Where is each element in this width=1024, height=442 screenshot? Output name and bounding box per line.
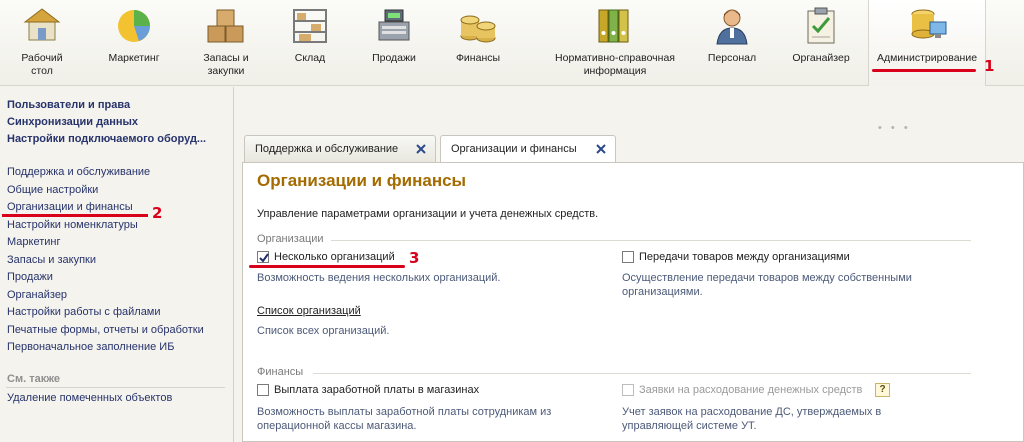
- person-icon: [716, 9, 748, 45]
- toolbar-item-administration[interactable]: Администрирование: [868, 0, 986, 86]
- tab-orgs-finances[interactable]: Организации и финансы: [440, 135, 616, 163]
- sidebar-link-general-settings[interactable]: Общие настройки: [0, 182, 233, 200]
- toolbar-item-purchases[interactable]: Запасы и закупки: [184, 0, 268, 86]
- annotation-underline-2: [2, 214, 148, 217]
- toolbar-item-personnel[interactable]: Персонал: [690, 0, 774, 86]
- sidebar-link-marketing[interactable]: Маркетинг: [0, 234, 233, 252]
- sidebar-link-sales[interactable]: Продажи: [0, 269, 233, 287]
- sidebar-link-file-settings[interactable]: Настройки работы с файлами: [0, 304, 233, 322]
- panel-resize-dots: • • •: [878, 122, 911, 134]
- toolbar-item-marketing[interactable]: Маркетинг: [84, 0, 184, 86]
- help-icon[interactable]: ?: [875, 383, 890, 397]
- clipboard-check-icon: [807, 7, 835, 44]
- checkbox-salary-payments[interactable]: Выплата заработной платы в магазинах: [257, 384, 479, 396]
- see-also-divider: [6, 386, 225, 388]
- toolbar-label-warehouse: Склад: [294, 52, 326, 64]
- page-description: Управление параметрами организации и уче…: [257, 208, 599, 220]
- toolbar-label-desktop: Рабочий стол: [21, 52, 63, 77]
- toolbar-label-personnel: Персонал: [707, 52, 757, 64]
- toolbar-label-reference-info: Нормативно-справочная информация: [555, 52, 675, 77]
- sidebar-link-purchases[interactable]: Запасы и закупки: [0, 252, 233, 270]
- desc-transfer-goods: Осуществление передачи товаров между соб…: [622, 272, 912, 298]
- annotation-number-3: 3: [409, 249, 420, 267]
- desc-salary-payments: Возможность выплаты заработной платы сот…: [257, 406, 552, 432]
- section-divider-finances: [313, 373, 971, 374]
- sidebar-link-data-sync[interactable]: Синхронизации данных: [0, 114, 233, 131]
- toolbar-item-organizer[interactable]: Органайзер: [778, 0, 864, 86]
- toolbar-item-warehouse[interactable]: Склад: [268, 0, 352, 86]
- annotation-number-1: 1: [984, 57, 995, 75]
- checkbox-label-transfer-goods: Передачи товаров между организациями: [639, 251, 850, 263]
- checkbox-expense-requests: Заявки на расходование денежных средств: [622, 384, 862, 396]
- toolbar-label-organizer: Органайзер: [792, 52, 850, 64]
- toolbar-item-desktop[interactable]: Рабочий стол: [0, 0, 84, 86]
- annotation-underline-3: [249, 265, 405, 268]
- tab-support[interactable]: Поддержка и обслуживание: [244, 135, 436, 162]
- checkmark-icon: [259, 253, 269, 263]
- sidebar-link-support[interactable]: Поддержка и обслуживание: [0, 164, 233, 182]
- checkbox-transfer-goods[interactable]: Передачи товаров между организациями: [622, 251, 850, 263]
- desc-expense-requests: Учет заявок на расходование ДС, утвержда…: [622, 406, 882, 432]
- binders-icon: [598, 9, 629, 43]
- annotation-number-2: 2: [152, 204, 163, 222]
- sidebar-link-delete-marked[interactable]: Удаление помеченных объектов: [0, 390, 233, 408]
- sidebar-link-nomenclature[interactable]: Настройки номенклатуры: [0, 217, 233, 235]
- sidebar-link-print-forms[interactable]: Печатные формы, отчеты и обработки: [0, 322, 233, 340]
- checkbox-box-transfer-goods[interactable]: [622, 251, 634, 263]
- sidebar-link-equipment-settings[interactable]: Настройки подключаемого оборуд...: [0, 131, 233, 148]
- checkbox-box-expense-requests: [622, 384, 634, 396]
- database-computer-icon: [911, 9, 947, 39]
- close-icon[interactable]: [415, 143, 427, 155]
- main-content: Организации и финансы Управление парамет…: [242, 162, 1024, 442]
- left-sidebar: Пользователи и права Синхронизации данны…: [0, 87, 234, 442]
- checkbox-box-salary-payments[interactable]: [257, 384, 269, 396]
- cash-register-icon: [378, 9, 410, 41]
- checkbox-multiple-orgs[interactable]: Несколько организаций: [257, 251, 395, 263]
- toolbar-label-finances: Финансы: [455, 52, 501, 64]
- toolbar-label-sales: Продажи: [372, 52, 416, 64]
- toolbar-item-finances[interactable]: Финансы: [436, 0, 520, 86]
- desc-multiple-orgs: Возможность ведения нескольких организац…: [257, 272, 501, 284]
- boxes-icon: [207, 9, 244, 43]
- section-header-finances: Финансы: [257, 366, 304, 378]
- page-title: Организации и финансы: [257, 171, 467, 190]
- coin-stacks-icon: [460, 15, 496, 43]
- annotation-underline-1: [872, 69, 976, 72]
- toolbar-label-purchases: Запасы и закупки: [203, 52, 249, 77]
- checkbox-label-salary-payments: Выплата заработной платы в магазинах: [274, 384, 480, 396]
- tab-label-support: Поддержка и обслуживание: [255, 143, 399, 155]
- sidebar-link-initial-fill[interactable]: Первоначальное заполнение ИБ: [0, 339, 233, 357]
- toolbar-item-reference-info[interactable]: Нормативно-справочная информация: [548, 0, 682, 86]
- see-also-heading: См. также: [7, 372, 60, 385]
- toolbar-label-marketing: Маркетинг: [108, 52, 160, 64]
- pie-chart-icon: [118, 10, 150, 42]
- section-divider-organizations: [331, 240, 971, 241]
- section-toolbar: Рабочий стол Маркетинг Запасы и закупки …: [0, 0, 1024, 86]
- tab-strip: Поддержка и обслуживание Организации и ф…: [242, 135, 1024, 163]
- sidebar-link-users-rights[interactable]: Пользователи и права: [0, 97, 233, 114]
- desc-org-list: Список всех организаций.: [257, 325, 390, 337]
- checkbox-label-expense-requests: Заявки на расходование денежных средств: [639, 384, 863, 396]
- desktop-home-icon: [23, 8, 61, 41]
- warehouse-shelves-icon: [293, 9, 327, 43]
- checkbox-box-multiple-orgs[interactable]: [257, 251, 269, 263]
- checkbox-label-multiple-orgs: Несколько организаций: [274, 251, 395, 263]
- sidebar-link-organizer[interactable]: Органайзер: [0, 287, 233, 305]
- close-icon[interactable]: [595, 143, 607, 155]
- link-org-list[interactable]: Список организаций: [257, 305, 361, 317]
- section-header-organizations: Организации: [257, 233, 324, 245]
- tab-label-orgs-finances: Организации и финансы: [451, 143, 577, 155]
- toolbar-label-administration: Администрирование: [876, 52, 978, 64]
- toolbar-item-sales[interactable]: Продажи: [352, 0, 436, 86]
